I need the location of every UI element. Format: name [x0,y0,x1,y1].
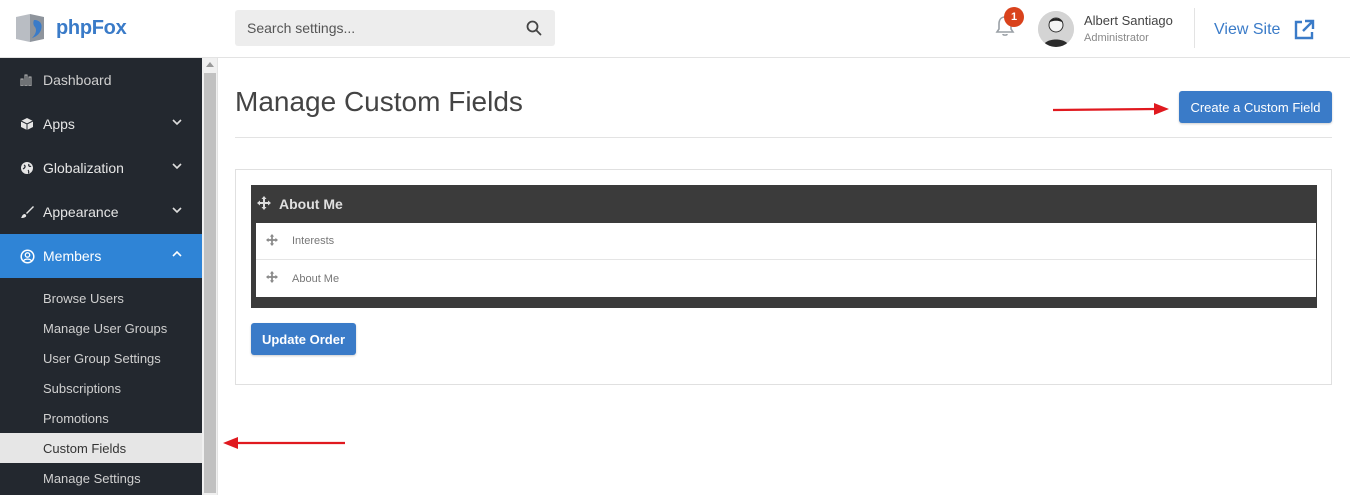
user-role: Administrator [1084,32,1149,44]
sidebar-item-label: Apps [43,116,75,132]
field-group-header[interactable]: About Me [251,185,1317,223]
sidebar-item-label: Appearance [43,204,119,220]
custom-fields-panel: About Me Interests About Me Update Order [235,169,1332,385]
title-divider [235,137,1332,138]
annotation-arrow-right-icon [1052,103,1169,115]
field-label: About Me [292,272,340,285]
field-group-title: About Me [279,196,343,212]
page-title: Manage Custom Fields [235,86,523,117]
sidebar-subitem-user-group-settings[interactable]: User Group Settings [0,343,202,373]
field-label: Interests [292,235,335,247]
sidebar-item-label: Members [43,248,102,264]
field-row[interactable]: About Me [256,260,1316,297]
sidebar-subitem-manage-user-groups[interactable]: Manage User Groups [0,313,202,343]
notification-badge[interactable]: 1 [1004,7,1024,27]
view-site-label: View Site [1214,21,1281,38]
sidebar-item-dashboard[interactable]: Dashboard [0,58,202,102]
sidebar-subitem-custom-fields[interactable]: Custom Fields [0,433,202,463]
header-divider [1194,8,1195,48]
avatar[interactable] [1038,11,1074,47]
user-name: Albert Santiago [1084,13,1173,28]
scroll-up-arrow-icon[interactable] [206,62,214,67]
globe-icon [19,160,35,176]
view-site-link[interactable]: View Site [1214,18,1316,42]
sidebar-subitem-promotions[interactable]: Promotions [0,403,202,433]
search-input[interactable] [247,20,525,36]
top-header: phpFox 1 Albert Santiago Administrator V… [0,0,1350,58]
annotation-arrow-left-icon [223,437,345,449]
sidebar-item-appearance[interactable]: Appearance [0,190,202,234]
cube-icon [19,116,35,132]
search-icon[interactable] [525,19,543,37]
chevron-up-icon [172,250,182,257]
create-custom-field-button[interactable]: Create a Custom Field [1179,91,1332,123]
user-circle-icon [19,248,35,264]
sidebar-item-globalization[interactable]: Globalization [0,146,202,190]
sidebar-item-members[interactable]: Members [0,234,202,278]
chevron-down-icon [172,119,182,126]
chevron-down-icon [172,207,182,214]
external-link-icon [1295,19,1315,40]
sidebar-subitem-subscriptions[interactable]: Subscriptions [0,373,202,403]
search-bar [235,10,555,46]
sidebar-item-label: Globalization [43,160,124,176]
sidebar-item-apps[interactable]: Apps [0,102,202,146]
bar-chart-icon [19,72,35,88]
field-group[interactable]: About Me Interests About Me [251,185,1317,308]
update-order-button[interactable]: Update Order [251,323,356,355]
sidebar-scrollbar[interactable] [202,58,218,495]
field-row[interactable]: Interests [256,223,1316,260]
move-icon[interactable] [266,271,278,286]
chevron-down-icon [172,163,182,170]
logo-text: phpFox [56,16,127,39]
move-icon[interactable] [266,233,278,249]
move-icon[interactable] [257,195,271,213]
sidebar-subitem-browse-users[interactable]: Browse Users [0,283,202,313]
sidebar-subitem-manage-settings[interactable]: Manage Settings [0,463,202,493]
logo[interactable]: phpFox [14,10,127,46]
phpfox-logo-icon [14,11,52,45]
brush-icon [19,204,35,220]
scrollbar-thumb[interactable] [204,73,216,493]
sidebar: Dashboard Apps Globalization Appearance … [0,58,202,495]
sidebar-item-label: Dashboard [43,72,112,88]
